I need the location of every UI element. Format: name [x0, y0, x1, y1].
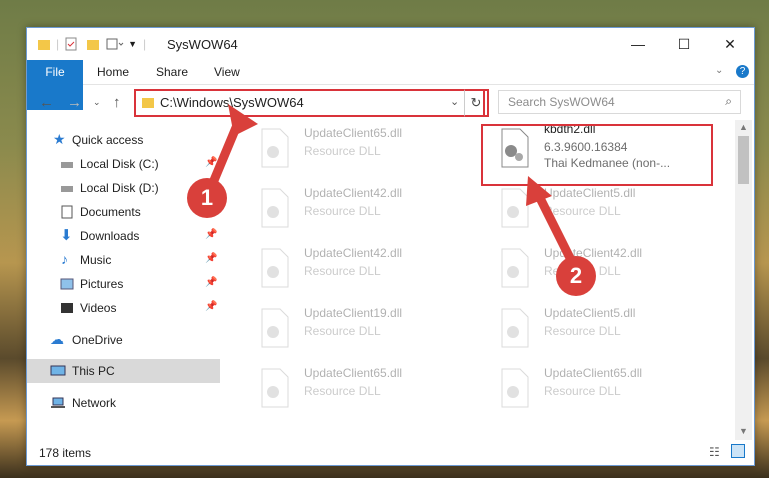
callout-2: 2	[556, 256, 596, 296]
callout-1: 1	[187, 178, 227, 218]
arrow-2-icon	[531, 187, 577, 265]
arrows-overlay	[205, 104, 577, 265]
